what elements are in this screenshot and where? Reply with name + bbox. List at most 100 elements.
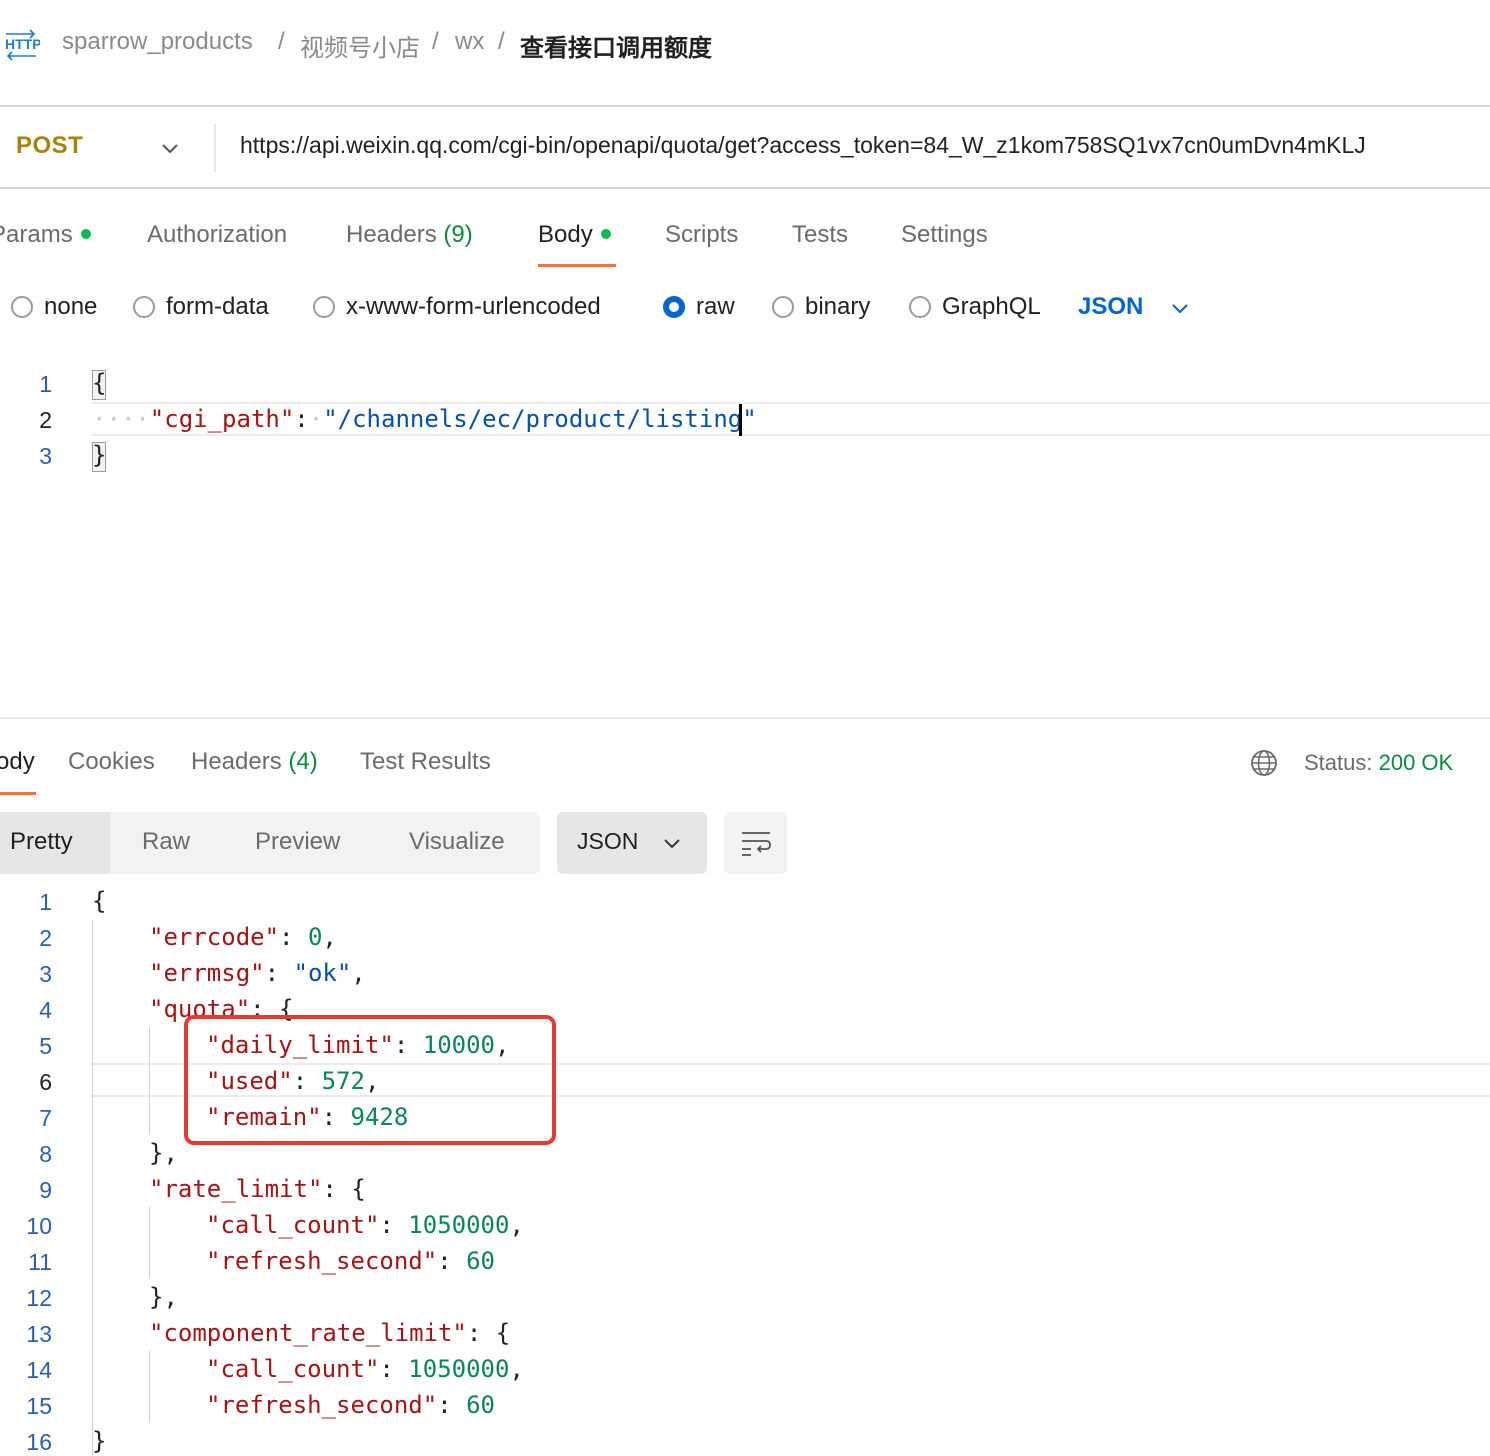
view-pretty[interactable]: Pretty [10, 828, 73, 856]
view-visualize[interactable]: Visualize [409, 828, 505, 856]
response-tab-cookies[interactable]: Cookies [68, 748, 155, 776]
response-status[interactable]: Status: 200 OK [1304, 750, 1453, 776]
method-select[interactable]: POST [16, 132, 83, 160]
status-label: Status: [1304, 750, 1373, 775]
radio-none[interactable] [11, 296, 33, 318]
tab-authorization[interactable]: Authorization [147, 221, 287, 249]
panel-divider[interactable] [0, 717, 1490, 719]
request-title[interactable]: 查看接口调用额度 [520, 28, 712, 63]
body-language-select[interactable]: JSON [1078, 293, 1143, 321]
code-line[interactable]: "refresh_second": 60 [206, 1247, 495, 1275]
response-tab-body[interactable]: Body [0, 748, 35, 776]
radio-raw[interactable] [663, 296, 685, 318]
breadcrumb-folder[interactable]: 视频号小店 [300, 28, 420, 63]
radio-binary[interactable] [772, 296, 794, 318]
code-punctuation: : [379, 1355, 409, 1383]
chevron-down-icon[interactable] [158, 136, 182, 160]
http-icon-text: HTTP [5, 36, 40, 52]
code-punctuation: { [92, 887, 107, 915]
radio-label-urlencoded[interactable]: x-www-form-urlencoded [346, 293, 601, 321]
response-language-label: JSON [577, 828, 639, 854]
code-line[interactable]: "errcode": 0, [149, 923, 337, 951]
line-number: 1 [39, 889, 52, 915]
tab-body[interactable]: Body [538, 221, 611, 249]
globe-icon[interactable] [1249, 748, 1279, 778]
code-line[interactable]: "call_count": 1050000, [206, 1355, 524, 1383]
line-number: 10 [26, 1213, 52, 1239]
divider [0, 187, 1490, 189]
line-number: 9 [39, 1177, 52, 1203]
breadcrumb-bar: HTTP sparrow_products / 视频号小店 / wx / 查看接… [0, 0, 1490, 106]
breadcrumb-separator: / [432, 28, 439, 55]
code-line[interactable]: { [92, 887, 106, 915]
code-punctuation: , [509, 1211, 524, 1239]
tab-params[interactable]: Params [0, 221, 91, 249]
code-line[interactable]: } [92, 1427, 106, 1455]
breadcrumb-separator: / [278, 28, 285, 55]
indent-guide [149, 1027, 150, 1135]
line-number: 13 [26, 1321, 52, 1347]
tab-tests[interactable]: Tests [792, 221, 848, 249]
code-line[interactable]: "component_rate_limit": { [149, 1319, 510, 1347]
code-line[interactable]: "errmsg": "ok", [149, 959, 366, 987]
code-line[interactable]: }, [149, 1283, 178, 1311]
radio-label-form-data[interactable]: form-data [166, 293, 269, 321]
breadcrumb-separator: / [498, 28, 505, 55]
radio-urlencoded[interactable] [313, 296, 335, 318]
annotation-highlight-box [184, 1015, 556, 1145]
tab-settings[interactable]: Settings [901, 221, 988, 249]
indent-guide [92, 920, 93, 1456]
status-dot [600, 228, 611, 239]
tab-label: Tests [792, 221, 849, 248]
code-punctuation: , [322, 923, 337, 951]
radio-label-none[interactable]: none [44, 293, 97, 321]
tab-count: (9) [443, 221, 473, 248]
line-number: 3 [39, 443, 52, 469]
code-line[interactable]: { [92, 369, 106, 397]
json-key: "call_count" [206, 1211, 380, 1239]
tab-label: Headers [346, 221, 437, 248]
radio-graphql[interactable] [909, 296, 931, 318]
json-key: "call_count" [206, 1355, 380, 1383]
line-number: 15 [26, 1393, 52, 1419]
code-token: : [294, 405, 309, 433]
radio-label-binary[interactable]: binary [805, 293, 870, 321]
code-punctuation: : [264, 959, 294, 987]
code-line[interactable]: ····"cgi_path":·"/channels/ec/product/li… [92, 405, 757, 433]
line-number: 2 [39, 407, 52, 433]
code-line[interactable]: "refresh_second": 60 [206, 1391, 495, 1419]
line-number: 5 [39, 1033, 52, 1059]
code-punctuation: : [279, 923, 308, 951]
radio-form-data[interactable] [133, 296, 155, 318]
url-input[interactable]: https://api.weixin.qq.com/cgi-bin/openap… [240, 132, 1490, 159]
code-punctuation: } [92, 1427, 107, 1455]
json-key: "cgi_path" [149, 405, 295, 433]
breadcrumb-subfolder[interactable]: wx [455, 28, 484, 56]
line-number: 12 [26, 1285, 52, 1311]
json-key: "rate_limit" [149, 1175, 323, 1203]
whitespace-marker: · [308, 405, 324, 433]
code-punctuation: , [351, 959, 366, 987]
code-line[interactable]: } [92, 441, 106, 469]
response-tab-headers[interactable]: Headers (4) [191, 748, 318, 776]
breadcrumb-collection[interactable]: sparrow_products [62, 28, 253, 56]
json-number: 0 [307, 923, 323, 951]
tab-headers[interactable]: Headers (9) [346, 221, 473, 249]
view-preview[interactable]: Preview [255, 828, 340, 856]
chevron-down-icon [664, 839, 680, 849]
text-cursor [739, 404, 742, 436]
line-number: 7 [39, 1105, 52, 1131]
radio-label-graphql[interactable]: GraphQL [942, 293, 1041, 321]
response-tab-test-results[interactable]: Test Results [360, 748, 491, 776]
code-line[interactable]: "rate_limit": { [149, 1175, 366, 1203]
code-punctuation: : [437, 1391, 467, 1419]
code-line[interactable]: }, [149, 1139, 178, 1167]
chevron-down-icon[interactable] [1168, 296, 1192, 320]
code-line[interactable]: "call_count": 1050000, [206, 1211, 524, 1239]
status-dot [80, 228, 91, 239]
wrap-lines-icon [742, 832, 771, 856]
tab-scripts[interactable]: Scripts [665, 221, 738, 249]
view-raw[interactable]: Raw [142, 828, 190, 856]
radio-label-raw[interactable]: raw [696, 293, 735, 321]
code-punctuation: : [379, 1211, 409, 1239]
